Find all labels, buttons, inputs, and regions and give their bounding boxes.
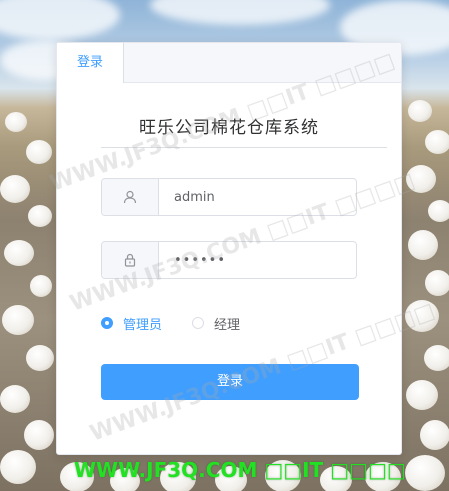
radio-unchecked-icon xyxy=(192,317,205,329)
username-prefix xyxy=(102,179,159,215)
password-prefix xyxy=(102,242,159,278)
cotton-boll xyxy=(4,240,34,266)
user-icon xyxy=(123,190,137,204)
username-field xyxy=(101,178,357,216)
cotton-boll xyxy=(0,450,36,484)
cotton-boll xyxy=(408,230,438,260)
cotton-boll xyxy=(428,200,449,222)
role-radio-group: 管理员 经理 xyxy=(101,314,270,333)
cloud xyxy=(0,0,120,40)
tab-login-label: 登录 xyxy=(76,55,103,70)
cotton-boll xyxy=(30,275,52,297)
cotton-boll xyxy=(425,130,449,154)
cotton-boll xyxy=(420,420,449,450)
cotton-boll xyxy=(24,420,54,450)
radio-checked-icon xyxy=(101,317,113,329)
cotton-boll xyxy=(2,305,34,335)
cotton-boll xyxy=(0,385,30,413)
role-manager-label: 经理 xyxy=(214,317,241,333)
role-admin-label: 管理员 xyxy=(123,317,163,333)
tab-bar: 登录 xyxy=(57,43,401,83)
cotton-boll xyxy=(5,112,27,132)
cotton-boll xyxy=(0,175,30,203)
cotton-boll xyxy=(406,165,436,193)
cotton-boll xyxy=(424,345,449,371)
cotton-boll xyxy=(28,205,52,227)
cotton-boll xyxy=(405,300,439,332)
footer-watermark: WWW.JF3Q.COM □□IT □□□□ xyxy=(74,458,406,482)
cotton-boll xyxy=(26,140,52,164)
username-input[interactable] xyxy=(159,179,355,215)
lock-icon xyxy=(124,253,136,267)
tab-login[interactable]: 登录 xyxy=(57,43,124,83)
login-submit-button[interactable]: 登录 xyxy=(101,364,359,400)
cotton-boll xyxy=(406,380,438,410)
system-title: 旺乐公司棉花仓库系统 xyxy=(139,118,319,138)
cotton-boll xyxy=(405,455,445,491)
cotton-boll xyxy=(26,345,54,371)
cotton-boll xyxy=(408,100,432,122)
role-radio-manager[interactable]: 经理 xyxy=(192,314,240,333)
login-card: 登录 旺乐公司棉花仓库系统 管理员 xyxy=(56,42,402,455)
password-field xyxy=(101,241,357,279)
password-input[interactable] xyxy=(159,242,355,278)
cloud xyxy=(150,0,330,25)
title-divider xyxy=(101,147,387,148)
role-radio-admin[interactable]: 管理员 xyxy=(101,314,162,333)
cotton-boll xyxy=(425,270,449,296)
